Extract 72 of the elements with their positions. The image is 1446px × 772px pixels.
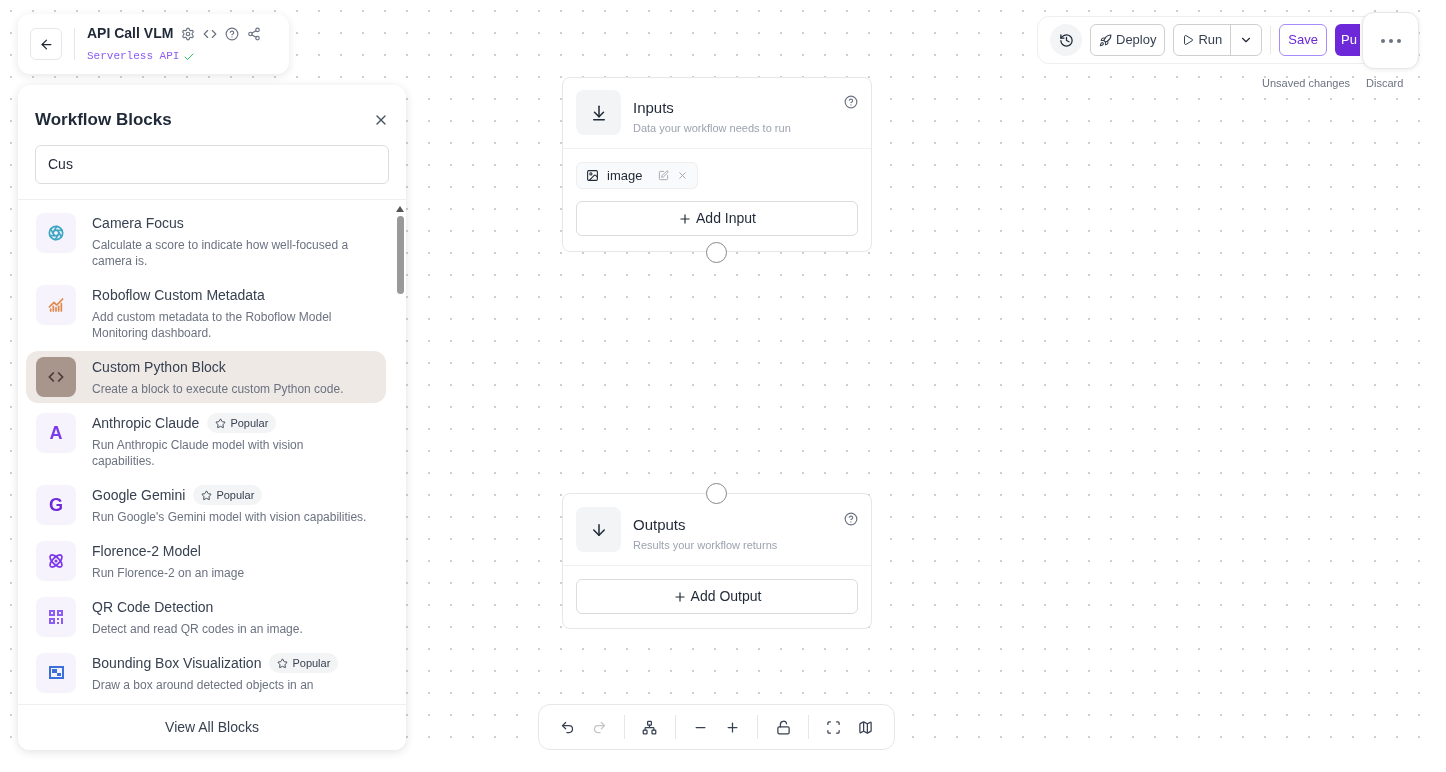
help-icon[interactable] bbox=[844, 95, 858, 109]
view-all-button[interactable]: View All Blocks bbox=[18, 704, 406, 750]
block-list-item[interactable]: A Anthropic Claude Popular Run Anthropic Claude model with vision capabilities. bbox=[26, 406, 386, 475]
block-description: Calculate a score to indicate how well-focused a camera is. bbox=[92, 236, 350, 269]
node-title: Outputs bbox=[633, 515, 687, 535]
add-output-button[interactable]: Add Output bbox=[576, 579, 858, 614]
unlock-icon[interactable] bbox=[775, 719, 791, 735]
workflow-title: API Call VLM bbox=[87, 24, 174, 44]
block-name: Roboflow Custom Metadata bbox=[92, 285, 265, 305]
layout-icon[interactable] bbox=[642, 719, 658, 735]
block-list-item[interactable]: QR Code Detection Detect and read QR codes in an image. bbox=[26, 590, 386, 643]
search-field[interactable]: Cus bbox=[35, 144, 389, 184]
block-list-item[interactable]: G Google Gemini Popular Run Google's Gemini model with vision capabilities. bbox=[26, 478, 386, 531]
panel-title: Workflow Blocks bbox=[35, 109, 172, 131]
share-icon[interactable] bbox=[247, 26, 262, 41]
publish-button[interactable]: Pu bbox=[1334, 24, 1360, 56]
unsaved-status: Unsaved changes bbox=[1262, 76, 1351, 91]
block-name: Google Gemini bbox=[92, 485, 186, 505]
node-subtitle: Results your workflow returns bbox=[633, 537, 779, 553]
undo-icon[interactable] bbox=[559, 719, 575, 735]
more-icon bbox=[1380, 38, 1401, 43]
plus-icon bbox=[678, 211, 693, 226]
run-button[interactable]: Run bbox=[1174, 25, 1232, 55]
play-icon bbox=[1182, 34, 1195, 46]
add-input-button[interactable]: Add Input bbox=[576, 201, 858, 236]
input-name: image bbox=[607, 166, 643, 185]
block-letter-icon: A bbox=[36, 412, 76, 453]
block-description: Run Google's Gemini model with vision capabilities. bbox=[92, 508, 367, 525]
block-name: Anthropic Claude bbox=[92, 413, 200, 433]
block-name: QR Code Detection bbox=[92, 597, 214, 617]
block-list-item[interactable]: Bounding Box Visualization Popular Draw a box around detected objects in an bbox=[26, 646, 386, 699]
block-description: Run Florence-2 on an image bbox=[92, 564, 245, 581]
block-letter-icon: G bbox=[36, 484, 76, 525]
popular-badge: Popular bbox=[269, 652, 339, 674]
settings-icon[interactable] bbox=[181, 26, 196, 41]
fit-view-icon[interactable] bbox=[826, 719, 842, 735]
block-description: Run Anthropic Claude model with vision capabilities. bbox=[92, 436, 305, 469]
block-name: Bounding Box Visualization bbox=[92, 653, 262, 673]
block-list-item[interactable]: Camera Focus Calculate a score to indicate how well-focused a camera is. bbox=[26, 206, 386, 275]
block-description: Detect and read QR codes in an image. bbox=[92, 620, 303, 637]
node-title: Inputs bbox=[633, 98, 675, 118]
star-icon bbox=[201, 489, 213, 501]
inputs-node[interactable]: Inputs Data your workflow needs to run image Add Input bbox=[562, 77, 872, 252]
star-icon bbox=[215, 417, 227, 429]
discard-link[interactable]: Discard bbox=[1366, 75, 1404, 92]
deploy-button[interactable]: Deploy bbox=[1090, 24, 1166, 56]
block-description: Add custom metadata to the Roboflow Model Monitoring dashboard. bbox=[92, 308, 333, 341]
popular-badge: Popular bbox=[207, 412, 277, 434]
block-description: Create a block to execute custom Python code. bbox=[92, 380, 344, 397]
block-description: Draw a box around detected objects in an bbox=[92, 676, 315, 693]
block-list-item[interactable]: Florence-2 Model Run Florence-2 on an image bbox=[26, 534, 386, 587]
help-icon[interactable] bbox=[225, 26, 240, 41]
rocket-icon bbox=[1099, 33, 1112, 47]
image-icon bbox=[586, 169, 599, 182]
back-button[interactable] bbox=[30, 28, 62, 60]
block-name: Custom Python Block bbox=[92, 357, 226, 377]
deployment-label: Serverless API bbox=[87, 49, 180, 65]
block-list-item[interactable]: Roboflow Custom Metadata Add custom metadata to the Roboflow Model Monitoring dashboard. bbox=[26, 278, 386, 347]
outputs-node[interactable]: Outputs Results your workflow returns Add Output bbox=[562, 493, 872, 629]
zoom-in-icon[interactable] bbox=[725, 719, 741, 735]
history-button[interactable] bbox=[1050, 24, 1082, 56]
block-name: Florence-2 Model bbox=[92, 541, 201, 561]
plus-icon bbox=[672, 589, 687, 604]
popular-badge: Popular bbox=[193, 484, 263, 506]
save-button[interactable]: Save bbox=[1279, 24, 1327, 56]
block-list-item[interactable]: Custom Python Block Create a block to execute custom Python code. bbox=[26, 350, 386, 403]
history-icon bbox=[1058, 32, 1074, 48]
star-icon bbox=[277, 657, 289, 669]
map-icon[interactable] bbox=[858, 719, 874, 735]
block-name: Camera Focus bbox=[92, 213, 184, 233]
help-icon[interactable] bbox=[844, 512, 858, 526]
node-subtitle: Data your workflow needs to run bbox=[633, 120, 792, 136]
